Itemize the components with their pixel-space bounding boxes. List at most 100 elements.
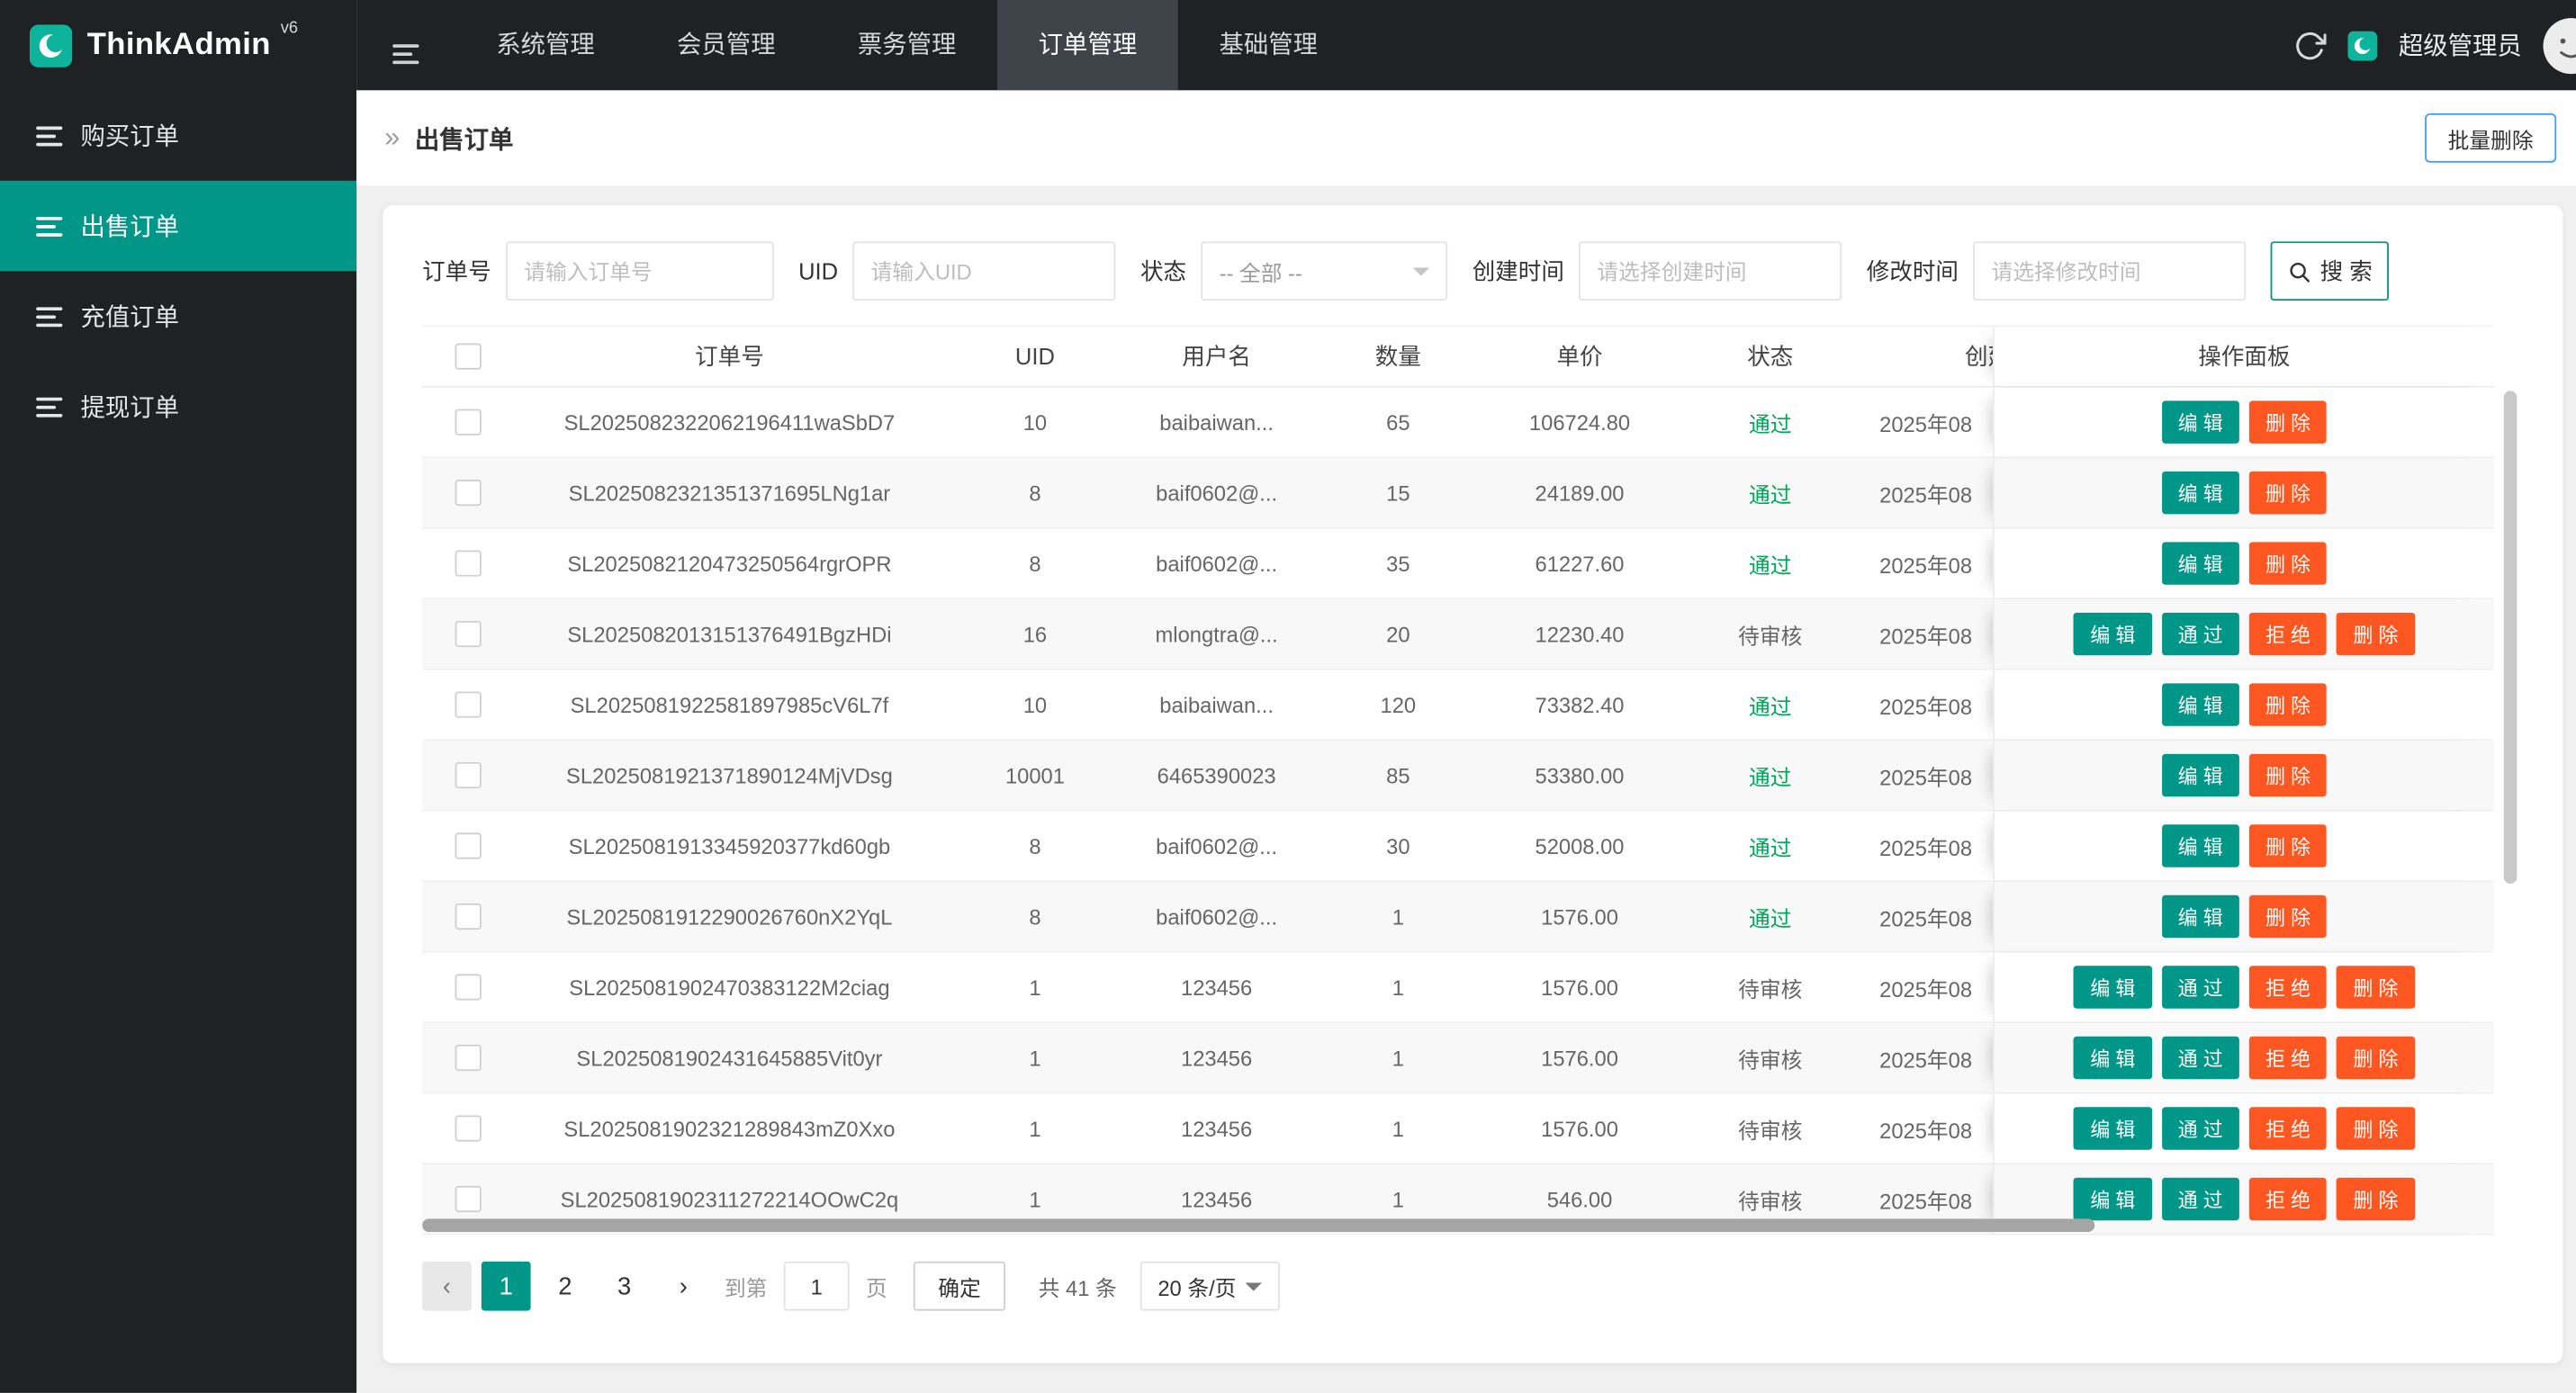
- edit-button[interactable]: 编 辑: [2074, 966, 2151, 1008]
- cell-qty: 120: [1308, 670, 1489, 740]
- row-checkbox[interactable]: [455, 409, 482, 435]
- reject-button[interactable]: 拒 绝: [2249, 1178, 2327, 1220]
- delete-button[interactable]: 删 除: [2337, 1107, 2414, 1149]
- edit-button[interactable]: 编 辑: [2074, 1107, 2151, 1149]
- edit-button[interactable]: 编 辑: [2074, 1037, 2151, 1079]
- confirm-button[interactable]: 确定: [914, 1262, 1005, 1311]
- search-icon: [2287, 258, 2311, 283]
- topnav-item[interactable]: 票务管理: [816, 0, 997, 90]
- search-button[interactable]: 搜 索: [2271, 241, 2389, 301]
- user-avatar[interactable]: [2544, 17, 2576, 73]
- cell-order-no: SL2025081921371890124MjVDsg: [514, 741, 944, 810]
- reject-button[interactable]: 拒 绝: [2249, 966, 2327, 1008]
- cell-actions: 编 辑删 除: [1993, 670, 2494, 740]
- reject-button[interactable]: 拒 绝: [2249, 613, 2327, 655]
- cell-created: 2025年08: [1869, 812, 1993, 881]
- pass-button[interactable]: 通 过: [2161, 613, 2238, 655]
- row-checkbox[interactable]: [455, 550, 482, 576]
- row-checkbox[interactable]: [455, 762, 482, 788]
- sidebar-item[interactable]: 提现订单: [0, 362, 356, 452]
- delete-button[interactable]: 删 除: [2337, 613, 2414, 655]
- refresh-icon[interactable]: [2293, 29, 2327, 62]
- sidebar-item[interactable]: 出售订单: [0, 181, 356, 271]
- sidebar-item[interactable]: 充值订单: [0, 271, 356, 361]
- create-time-input[interactable]: [1579, 241, 1842, 301]
- goto-page-input[interactable]: [784, 1262, 850, 1311]
- uid-label: UID: [798, 258, 838, 284]
- topnav-item[interactable]: 会员管理: [635, 0, 816, 90]
- delete-button[interactable]: 删 除: [2249, 400, 2327, 443]
- sidebar: ThinkAdmin v6 购买订单出售订单充值订单提现订单: [0, 0, 356, 1393]
- delete-button[interactable]: 删 除: [2249, 824, 2327, 867]
- edit-button[interactable]: 编 辑: [2161, 754, 2238, 796]
- delete-button[interactable]: 删 除: [2249, 754, 2327, 796]
- row-checkbox-cell: [422, 1094, 514, 1164]
- edit-button[interactable]: 编 辑: [2074, 1178, 2151, 1220]
- row-checkbox[interactable]: [455, 621, 482, 647]
- cell-order-no: SL2025082120473250564rgrOPR: [514, 529, 944, 598]
- cell-order-no: SL2025082013151376491BgzHDi: [514, 599, 944, 669]
- edit-button[interactable]: 编 辑: [2161, 542, 2238, 584]
- delete-button[interactable]: 删 除: [2337, 966, 2414, 1008]
- topnav-item[interactable]: 基础管理: [1178, 0, 1359, 90]
- prev-page-button[interactable]: ‹: [422, 1262, 472, 1311]
- uid-input[interactable]: [853, 241, 1116, 301]
- delete-button[interactable]: 删 除: [2249, 472, 2327, 514]
- order-no-input[interactable]: [506, 241, 774, 301]
- breadcrumb: » 出售订单 批量删除: [356, 90, 2576, 185]
- row-checkbox[interactable]: [455, 480, 482, 506]
- cell-uid: 1: [945, 1094, 1126, 1164]
- delete-button[interactable]: 删 除: [2249, 542, 2327, 584]
- page-number-button[interactable]: 1: [482, 1262, 531, 1311]
- reject-button[interactable]: 拒 绝: [2249, 1037, 2327, 1079]
- cell-actions: 编 辑通 过拒 绝删 除: [1993, 1023, 2494, 1092]
- cell-actions: 编 辑通 过拒 绝删 除: [1993, 1094, 2494, 1164]
- edit-button[interactable]: 编 辑: [2161, 472, 2238, 514]
- row-checkbox[interactable]: [455, 903, 482, 930]
- select-all-checkbox[interactable]: [455, 343, 482, 369]
- edit-button[interactable]: 编 辑: [2074, 613, 2151, 655]
- row-checkbox[interactable]: [455, 832, 482, 858]
- row-checkbox[interactable]: [455, 974, 482, 1000]
- page-number-button[interactable]: 3: [599, 1262, 649, 1311]
- delete-button[interactable]: 删 除: [2249, 895, 2327, 938]
- status-select[interactable]: -- 全部 --: [1202, 241, 1448, 301]
- row-checkbox[interactable]: [455, 1115, 482, 1141]
- table-row: SL2025081912290026760nX2YqL8baif0602@...…: [422, 882, 2494, 952]
- edit-button[interactable]: 编 辑: [2161, 895, 2238, 938]
- pass-button[interactable]: 通 过: [2161, 1037, 2238, 1079]
- edit-button[interactable]: 编 辑: [2161, 683, 2238, 725]
- menu-toggle-icon[interactable]: [356, 26, 455, 64]
- delete-button[interactable]: 删 除: [2337, 1178, 2414, 1220]
- horizontal-scrollbar[interactable]: [422, 1218, 2094, 1232]
- pass-button[interactable]: 通 过: [2161, 1178, 2238, 1220]
- page-number-button[interactable]: 2: [541, 1262, 590, 1311]
- sidebar-item[interactable]: 购买订单: [0, 90, 356, 180]
- vertical-scrollbar[interactable]: [2504, 391, 2517, 884]
- cell-uid: 1: [945, 1023, 1126, 1092]
- cell-created: 2025年08: [1869, 458, 1993, 527]
- current-user[interactable]: 超级管理员: [2399, 28, 2522, 62]
- row-checkbox[interactable]: [455, 1045, 482, 1071]
- per-page-select[interactable]: 20 条/页: [1139, 1262, 1280, 1311]
- bulk-delete-button[interactable]: 批量删除: [2425, 113, 2556, 163]
- cell-username: baif0602@...: [1125, 458, 1308, 527]
- pass-button[interactable]: 通 过: [2161, 966, 2238, 1008]
- delete-button[interactable]: 删 除: [2249, 683, 2327, 725]
- modify-time-input[interactable]: [1973, 241, 2246, 301]
- topnav-item[interactable]: 系统管理: [455, 0, 636, 90]
- edit-button[interactable]: 编 辑: [2161, 400, 2238, 443]
- delete-button[interactable]: 删 除: [2337, 1037, 2414, 1079]
- search-button-label: 搜 索: [2320, 255, 2373, 288]
- topnav-item[interactable]: 订单管理: [997, 0, 1178, 90]
- pass-button[interactable]: 通 过: [2161, 1107, 2238, 1149]
- table-row: SL2025082321351371695LNg1ar8baif0602@...…: [422, 458, 2494, 528]
- reject-button[interactable]: 拒 绝: [2249, 1107, 2327, 1149]
- next-page-button[interactable]: ›: [659, 1262, 708, 1311]
- row-checkbox[interactable]: [455, 1186, 482, 1212]
- edit-button[interactable]: 编 辑: [2161, 824, 2238, 867]
- row-checkbox[interactable]: [455, 691, 482, 717]
- cell-order-no: SL2025081922581897985cV6L7f: [514, 670, 944, 740]
- cell-status: 待审核: [1671, 1094, 1869, 1164]
- content: 订单号 UID 状态 -- 全部 --: [356, 185, 2576, 1393]
